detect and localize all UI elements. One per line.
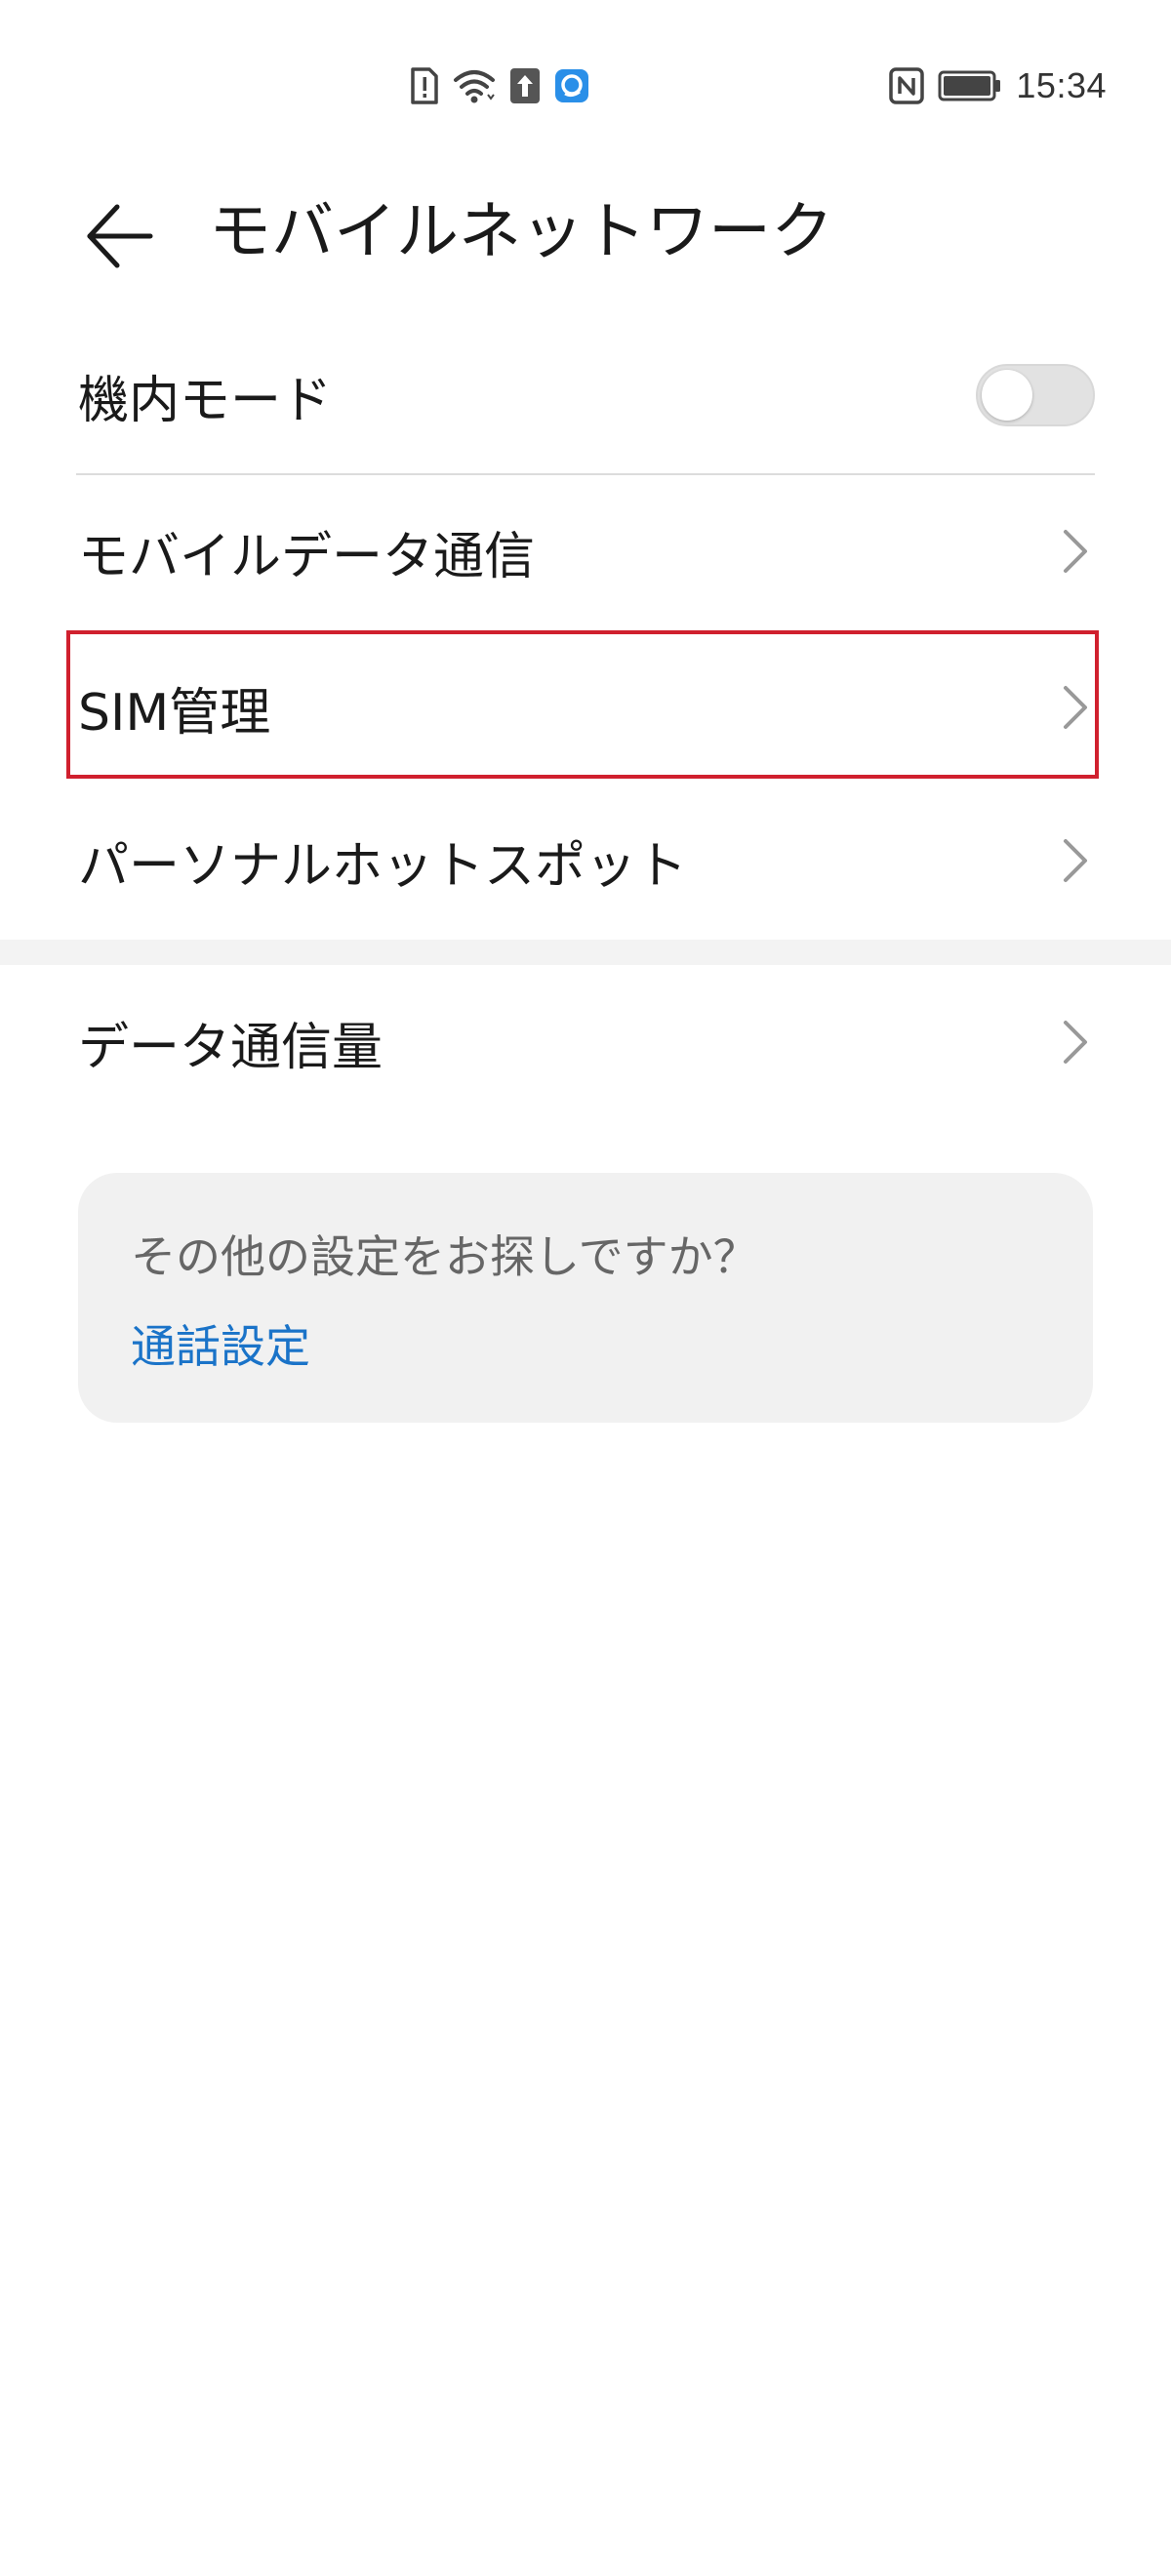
divider: [76, 473, 1095, 475]
sim-management-label: SIM管理: [78, 683, 271, 743]
chevron-right-icon: [1056, 833, 1095, 888]
chevron-right-icon: [1056, 680, 1095, 735]
app-notification-icon: [554, 68, 589, 103]
data-usage-label: データ通信量: [78, 1018, 384, 1077]
page-title: モバイルネットワーク: [209, 196, 833, 268]
app-header: モバイルネットワーク: [0, 172, 1171, 281]
sim-management-row[interactable]: SIM管理: [78, 634, 1095, 781]
personal-hotspot-row[interactable]: パーソナルホットスポット: [78, 787, 1095, 934]
airplane-mode-row[interactable]: 機内モード: [78, 322, 1095, 468]
back-arrow-icon: [87, 204, 153, 268]
status-bar: 15:34: [0, 0, 1171, 172]
back-button[interactable]: [76, 193, 162, 279]
status-icons-left: [410, 64, 589, 107]
mobile-data-row[interactable]: モバイルデータ通信: [78, 478, 1095, 624]
suggestion-card: その他の設定をお探しですか？ 通話設定: [78, 1173, 1093, 1423]
mobile-data-label: モバイルデータ通信: [78, 527, 536, 586]
airplane-mode-toggle[interactable]: [976, 364, 1095, 426]
call-settings-link[interactable]: 通話設定: [131, 1311, 310, 1376]
upload-icon: [509, 67, 541, 104]
section-separator: [0, 940, 1171, 965]
chevron-right-icon: [1056, 524, 1095, 579]
suggestion-question: その他の設定をお探しですか？: [131, 1230, 758, 1283]
toggle-knob: [982, 370, 1032, 421]
nfc-icon: [889, 67, 925, 104]
airplane-mode-label: 機内モード: [78, 371, 333, 430]
battery-icon: [938, 70, 1002, 101]
status-time: 15:34: [1016, 65, 1107, 105]
personal-hotspot-label: パーソナルホットスポット: [78, 836, 688, 896]
chevron-right-icon: [1056, 1015, 1095, 1069]
wifi-icon: [453, 67, 496, 104]
status-icons-right: 15:34: [889, 60, 1107, 111]
sim-alert-icon: [410, 66, 439, 105]
data-usage-row[interactable]: データ通信量: [78, 969, 1095, 1115]
